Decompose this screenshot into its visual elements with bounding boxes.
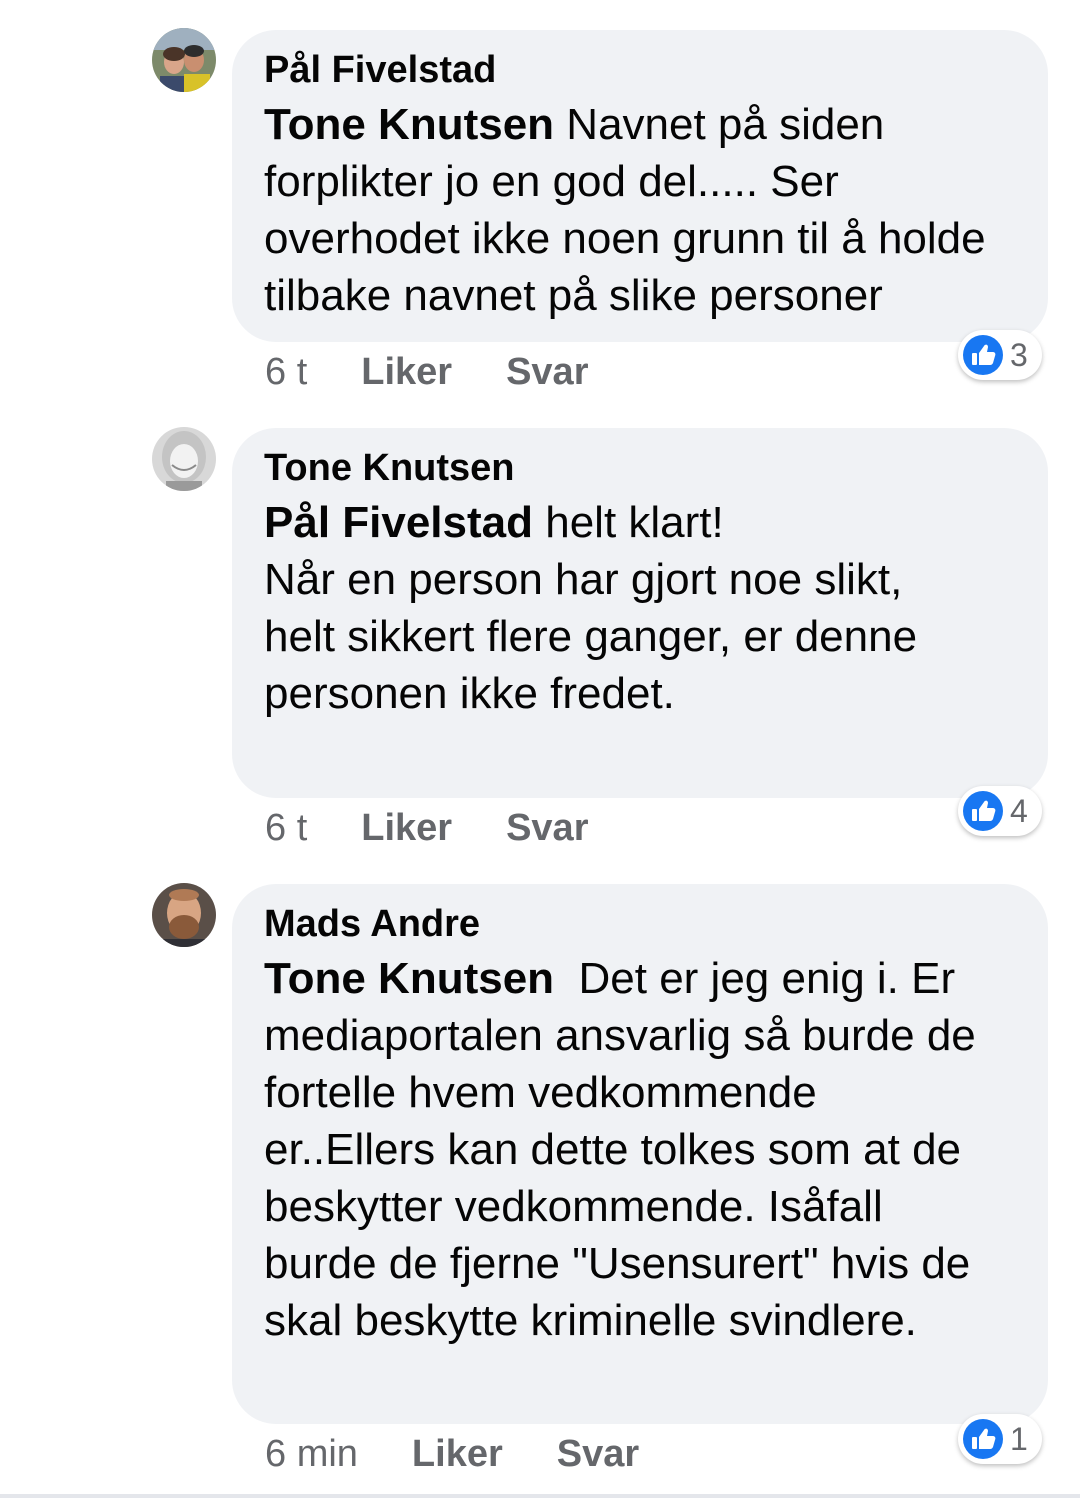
comment-bubble: Tone Knutsen Pål Fivelstad helt klart! N… [232, 428, 1048, 798]
comment-author[interactable]: Pål Fivelstad [264, 44, 1018, 96]
comment-bubble: Pål Fivelstad Tone Knutsen Navnet på sid… [232, 30, 1048, 342]
mention-link[interactable]: Pål Fivelstad [264, 498, 533, 547]
avatar[interactable] [152, 427, 216, 491]
comment-author[interactable]: Tone Knutsen [264, 442, 1018, 494]
comment-timestamp[interactable]: 6 t [265, 350, 307, 394]
like-button[interactable]: Liker [412, 1432, 503, 1476]
comment-actions: 6 t Liker Svar [265, 350, 588, 394]
comment-timestamp[interactable]: 6 t [265, 806, 307, 850]
avatar[interactable] [152, 883, 216, 947]
avatar[interactable] [152, 28, 216, 92]
comment-body: Det er jeg enig i. Er mediaportalen ansv… [264, 954, 976, 1345]
comment-text: Tone Knutsen Det er jeg enig i. Er media… [264, 950, 1018, 1349]
mention-link[interactable]: Tone Knutsen [264, 100, 554, 149]
reaction-badge[interactable]: 1 [958, 1414, 1042, 1464]
comment-timestamp[interactable]: 6 min [265, 1432, 358, 1476]
like-button[interactable]: Liker [361, 806, 452, 850]
divider [0, 1494, 1080, 1498]
comment-actions: 6 t Liker Svar [265, 806, 588, 850]
reaction-count: 1 [1010, 1421, 1028, 1457]
reaction-badge[interactable]: 3 [958, 330, 1042, 380]
comment-text: Pål Fivelstad helt klart! Når en person … [264, 494, 1018, 722]
like-button[interactable]: Liker [361, 350, 452, 394]
comment-author[interactable]: Mads Andre [264, 898, 1018, 950]
mention-link[interactable]: Tone Knutsen [264, 954, 554, 1003]
thumbs-up-icon [963, 791, 1003, 831]
reaction-badge[interactable]: 4 [958, 786, 1042, 836]
reply-button[interactable]: Svar [506, 806, 588, 850]
reply-button[interactable]: Svar [506, 350, 588, 394]
comment-text: Tone Knutsen Navnet på siden forplikter … [264, 96, 1018, 324]
reaction-count: 3 [1010, 337, 1028, 373]
thumbs-up-icon [963, 1419, 1003, 1459]
reaction-count: 4 [1010, 793, 1028, 829]
comment-actions: 6 min Liker Svar [265, 1432, 639, 1476]
reply-button[interactable]: Svar [557, 1432, 639, 1476]
comment-bubble: Mads Andre Tone Knutsen Det er jeg enig … [232, 884, 1048, 1424]
thumbs-up-icon [963, 335, 1003, 375]
